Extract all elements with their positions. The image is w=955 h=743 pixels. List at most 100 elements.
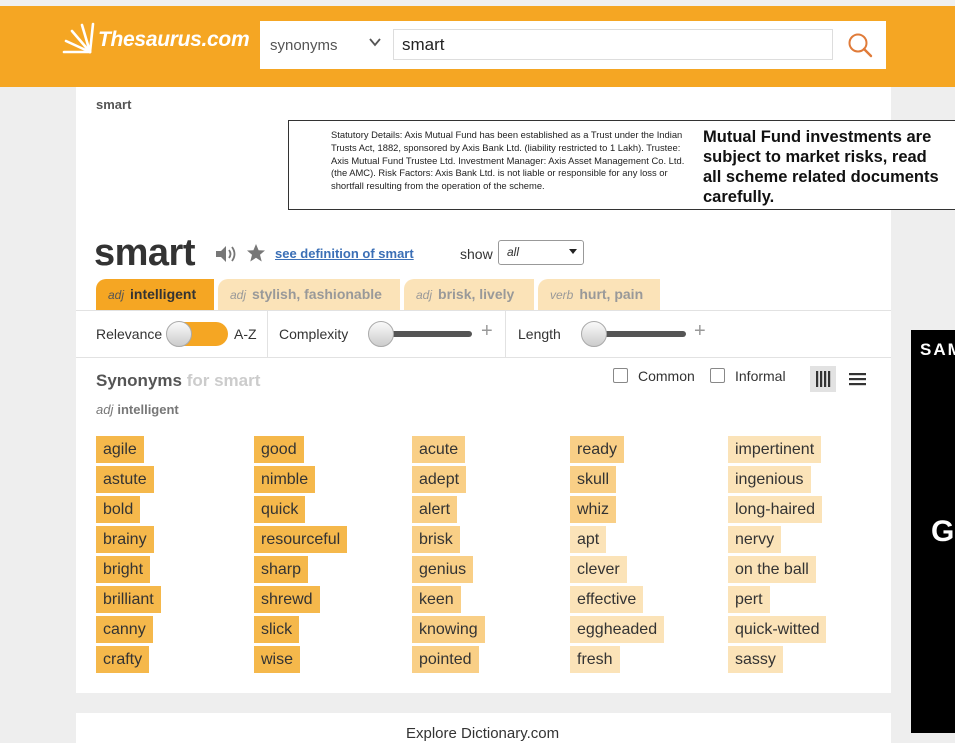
speaker-icon[interactable] [214, 244, 238, 264]
search-icon [848, 33, 873, 58]
divider [267, 311, 268, 357]
columns-icon [816, 371, 831, 387]
synonym-link[interactable]: knowing [412, 616, 485, 643]
relevance-az-toggle[interactable] [166, 321, 228, 347]
synonyms-for-text: for smart [186, 371, 261, 390]
tab-label: intelligent [130, 286, 197, 302]
synonym-link[interactable]: shrewd [254, 586, 320, 613]
common-checkbox[interactable] [613, 368, 628, 383]
see-definition-link[interactable]: see definition of smart [275, 246, 414, 261]
side-ad-brand: SAMSUNG [920, 340, 955, 359]
synonyms-title: Synonyms [96, 371, 182, 390]
informal-label: Informal [735, 368, 786, 384]
toggle-knob[interactable] [166, 321, 192, 347]
synonym-link[interactable]: ready [570, 436, 625, 463]
page-title: smart [94, 232, 196, 274]
explore-section: Explore Dictionary.com [76, 713, 891, 743]
synonym-link[interactable]: astute [96, 466, 154, 493]
synonym-link[interactable]: brisk [412, 526, 460, 553]
show-select[interactable]: all [498, 240, 584, 265]
ad-headline-line: carefully. [703, 188, 775, 206]
synonym-link[interactable]: impertinent [728, 436, 822, 463]
complexity-label: Complexity [279, 326, 349, 342]
synonym-link[interactable]: sassy [728, 646, 783, 673]
synonym-link[interactable]: long-haired [728, 496, 823, 523]
synonym-link[interactable]: good [254, 436, 304, 463]
search-input[interactable]: smart [393, 29, 833, 60]
synonym-link[interactable]: bright [96, 556, 151, 583]
divider [505, 311, 506, 357]
synonym-link[interactable]: apt [570, 526, 607, 553]
sense-label: adj intelligent [96, 402, 179, 417]
tab-hurt-pain[interactable]: verb hurt, pain [538, 279, 660, 310]
sense-word: intelligent [117, 402, 179, 417]
tab-pos: adj [416, 288, 433, 302]
synonym-link[interactable]: pert [728, 586, 770, 613]
search-button[interactable] [844, 29, 876, 61]
synonym-link[interactable]: alert [412, 496, 458, 523]
synonym-link[interactable]: sharp [254, 556, 309, 583]
synonym-link[interactable]: genius [412, 556, 474, 583]
ad-headline-line: all scheme related documents [703, 168, 939, 186]
synonym-link[interactable]: crafty [96, 646, 150, 673]
star-icon[interactable] [246, 243, 266, 263]
synonym-link[interactable]: keen [412, 586, 461, 613]
length-plus-icon[interactable]: + [694, 321, 706, 341]
synonym-link[interactable]: ingenious [728, 466, 811, 493]
chevron-down-icon [369, 38, 381, 47]
breadcrumb[interactable]: smart [96, 97, 131, 112]
sense-pos: adj [96, 402, 114, 417]
dropdown-arrow-icon [569, 249, 577, 254]
synonym-link[interactable]: on the ball [728, 556, 816, 583]
synonym-link[interactable]: acute [412, 436, 466, 463]
synonyms-heading: Synonyms for smart [96, 371, 260, 391]
relevance-label: Relevance [96, 326, 163, 342]
synonym-link[interactable]: fresh [570, 646, 620, 673]
list-view-button[interactable] [845, 366, 871, 392]
side-ad[interactable]: SAMSUNG G [911, 330, 955, 733]
synonym-link[interactable]: bold [96, 496, 141, 523]
ad-banner[interactable]: Statutory Details: Axis Mutual Fund has … [288, 120, 955, 210]
tab-pos: adj [230, 288, 247, 302]
site-header: Thesaurus.com synonyms smart [0, 0, 955, 87]
synonym-link[interactable]: pointed [412, 646, 479, 673]
synonym-link[interactable]: eggheaded [570, 616, 665, 643]
column-view-button[interactable] [810, 366, 836, 392]
search-mode-label: synonyms [270, 36, 338, 54]
complexity-slider-handle[interactable] [368, 321, 394, 347]
synonym-link[interactable]: brilliant [96, 586, 161, 613]
common-label: Common [638, 368, 695, 384]
length-slider-handle[interactable] [581, 321, 607, 347]
search-mode-select[interactable]: synonyms [260, 21, 392, 69]
tab-brisk-lively[interactable]: adj brisk, lively [404, 279, 534, 310]
informal-checkbox[interactable] [710, 368, 725, 383]
synonym-link[interactable]: agile [96, 436, 144, 463]
site-logo[interactable]: Thesaurus.com [60, 20, 250, 60]
synonym-link[interactable]: resourceful [254, 526, 348, 553]
synonym-link[interactable]: wise [254, 646, 301, 673]
synonym-link[interactable]: effective [570, 586, 644, 613]
tab-label: stylish, fashionable [252, 286, 382, 302]
synonym-link[interactable]: canny [96, 616, 153, 643]
sunburst-logo-icon [62, 22, 95, 54]
length-label: Length [518, 326, 561, 342]
synonym-link[interactable]: whiz [570, 496, 617, 523]
synonym-link[interactable]: brainy [96, 526, 154, 553]
tab-intelligent[interactable]: adj intelligent [96, 279, 214, 310]
complexity-plus-icon[interactable]: + [481, 321, 493, 341]
tab-pos: verb [550, 288, 574, 302]
synonym-link[interactable]: quick [254, 496, 306, 523]
az-label: A-Z [234, 326, 257, 342]
synonym-link[interactable]: clever [570, 556, 627, 583]
synonym-link[interactable]: quick-witted [728, 616, 827, 643]
synonym-link[interactable]: nervy [728, 526, 782, 553]
search-bar: synonyms smart [260, 21, 886, 69]
tab-stylish-fashionable[interactable]: adj stylish, fashionable [218, 279, 400, 310]
header-top-strip [0, 0, 955, 6]
ad-disclaimer-text: Statutory Details: Axis Mutual Fund has … [331, 129, 685, 192]
synonym-link[interactable]: nimble [254, 466, 316, 493]
synonym-link[interactable]: slick [254, 616, 300, 643]
synonym-link[interactable]: skull [570, 466, 617, 493]
synonym-link[interactable]: adept [412, 466, 467, 493]
show-label: show [460, 246, 493, 262]
